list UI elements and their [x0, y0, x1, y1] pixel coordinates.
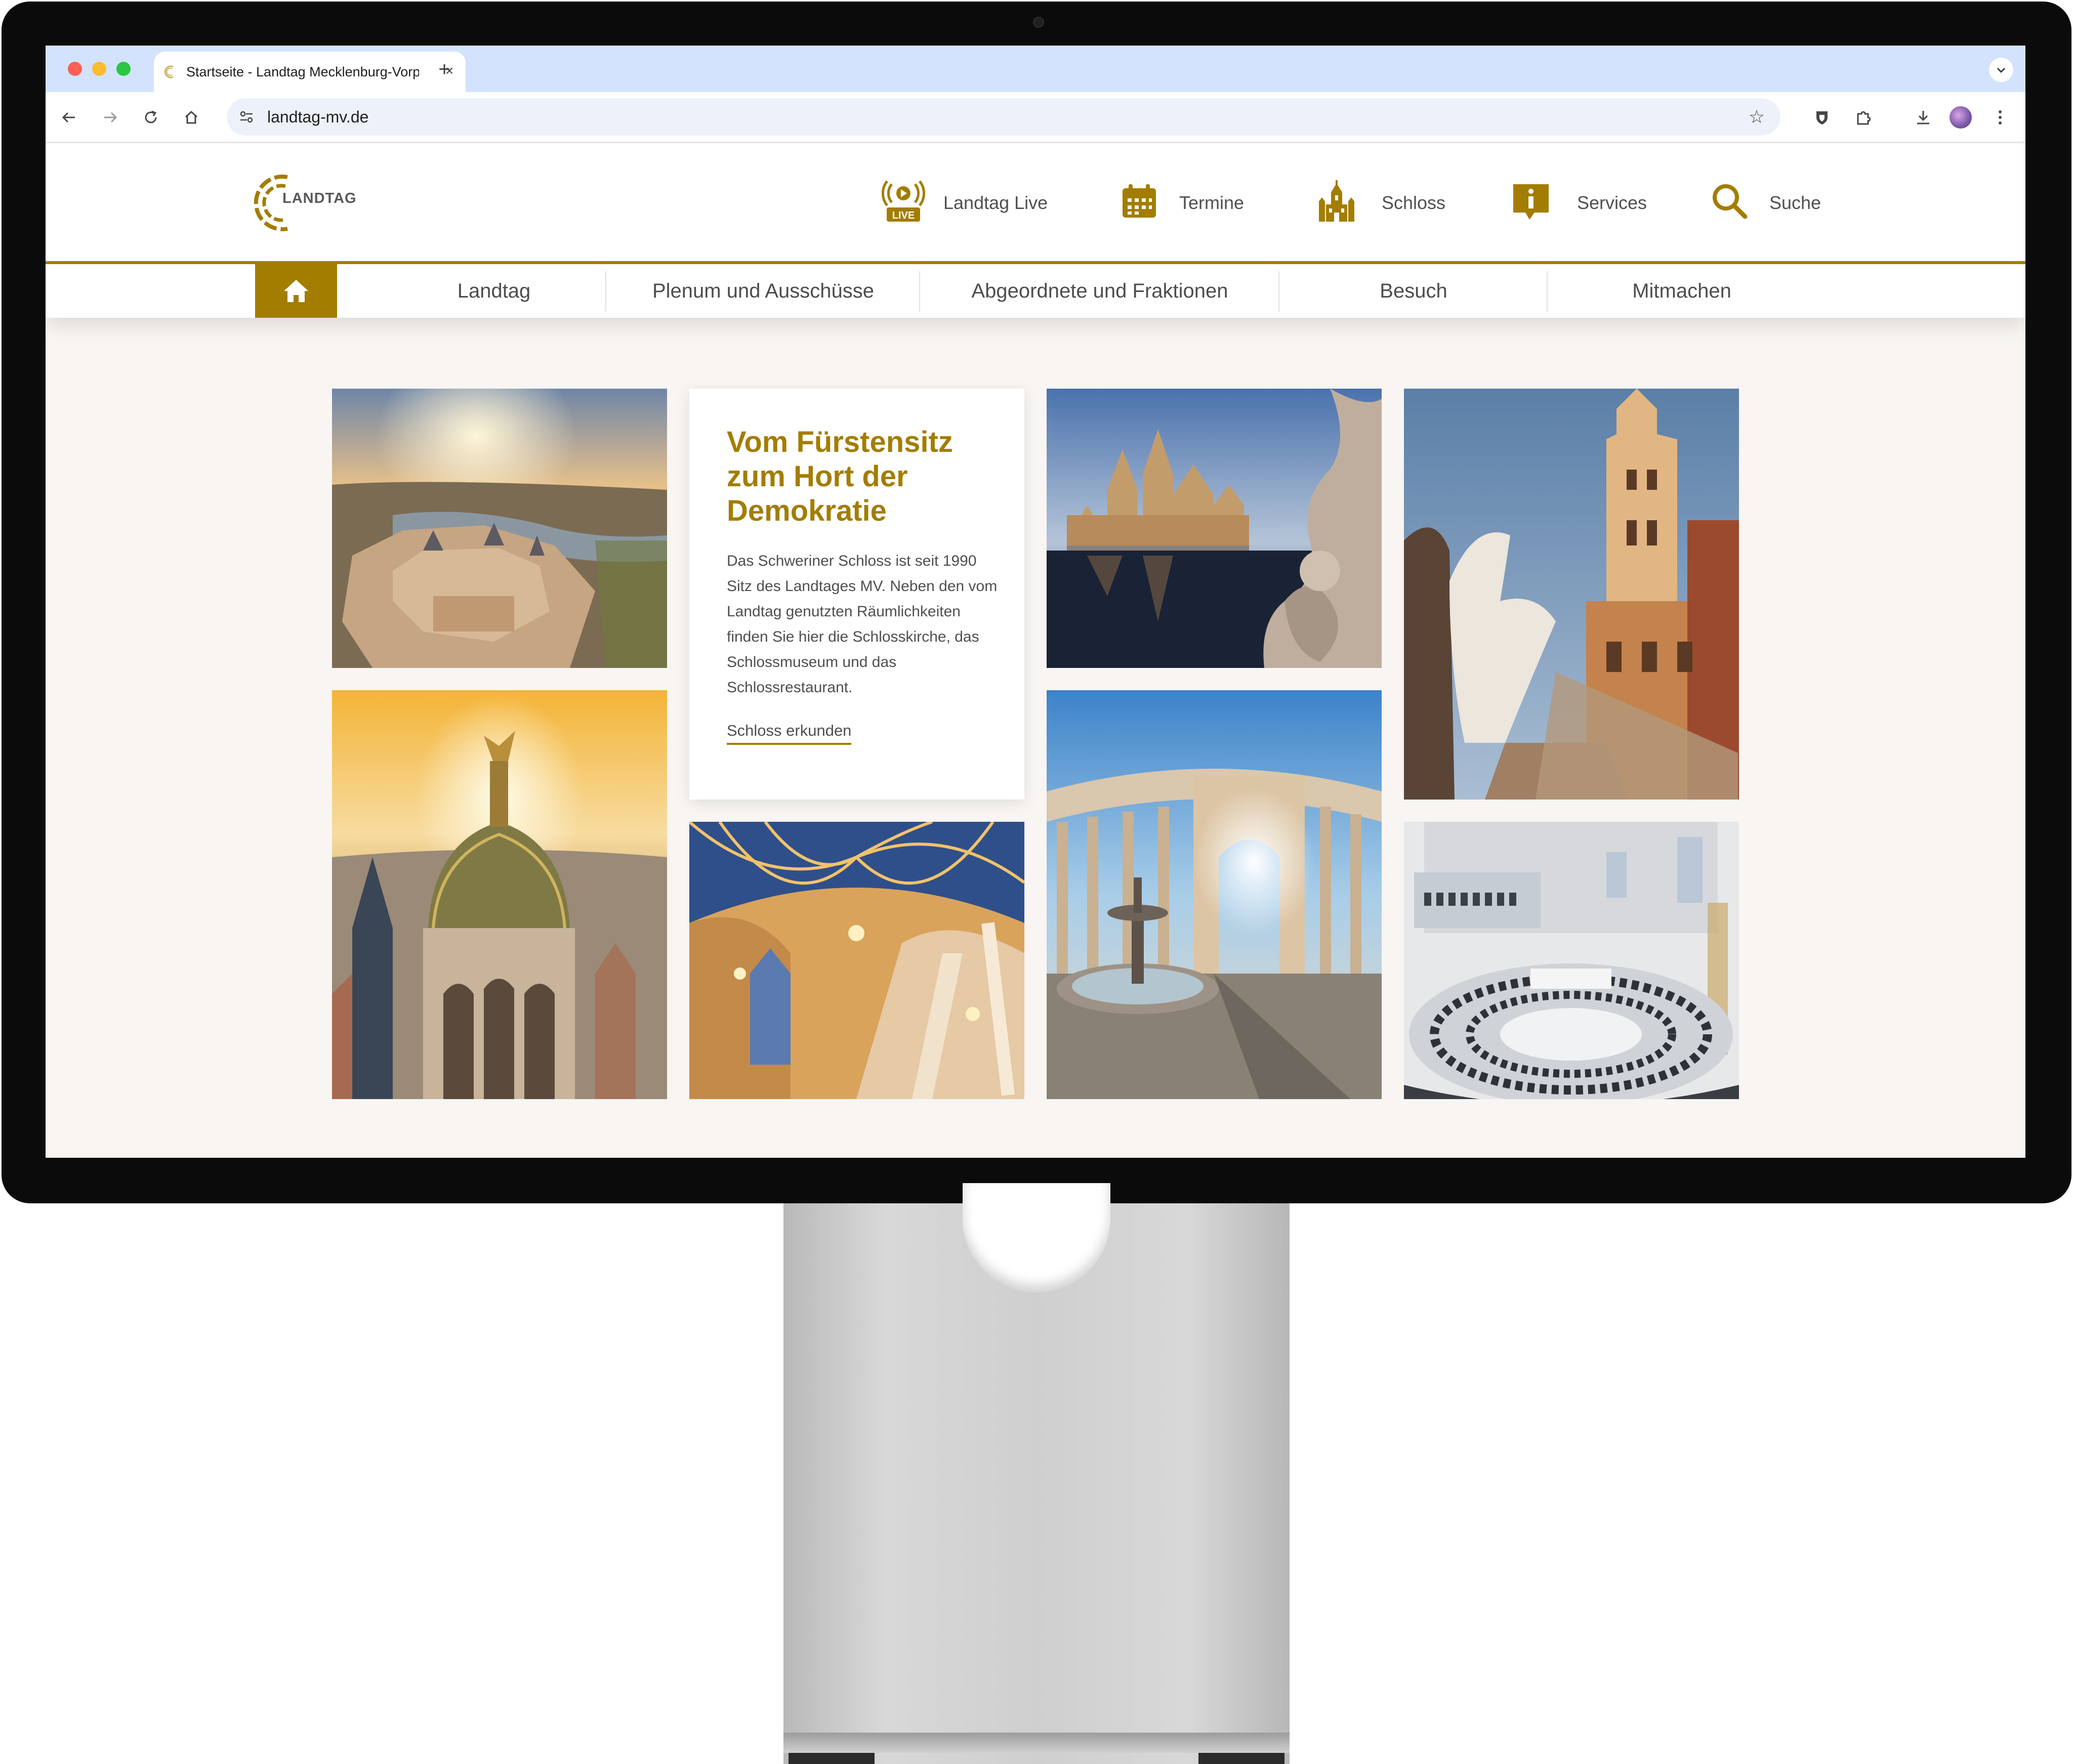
tab-title: Startseite - Landtag Mecklenburg-Vorpomm…	[186, 64, 419, 79]
feature-card: Vom Fürstensitz zum Hort der Demokratie …	[689, 389, 1024, 800]
photo-plenary-hall[interactable]	[1404, 822, 1739, 1099]
arrow-left-icon	[62, 112, 75, 123]
quick-link-schloss[interactable]: Schloss	[1315, 174, 1477, 225]
new-tab-button[interactable]: +	[432, 58, 457, 82]
house-icon	[185, 110, 198, 124]
monitor-stand	[783, 1183, 1290, 1764]
browser-toolbar: landtag-mv.de ☆	[46, 92, 2025, 143]
church-ceiling-image	[689, 822, 1024, 1099]
quick-link-label: Landtag Live	[943, 192, 1048, 213]
landtag-logo[interactable]: LANDTAG	[253, 170, 375, 236]
chevron-down-icon	[1997, 67, 2006, 73]
back-button[interactable]	[57, 105, 81, 130]
home-icon	[284, 280, 308, 302]
nav-item-besuch[interactable]: Besuch	[1279, 264, 1548, 318]
nav-item-abgeordnete[interactable]: Abgeordnete und Fraktionen	[920, 264, 1279, 318]
reload-icon	[145, 110, 157, 123]
quick-link-suche[interactable]: Suche	[1708, 174, 1834, 225]
photo-church-ceiling[interactable]	[689, 822, 1024, 1099]
castle-icon	[1319, 180, 1354, 222]
photo-colonnade-fountain[interactable]	[1047, 690, 1382, 1099]
quick-link-label: Services	[1577, 192, 1647, 213]
quick-link-label: Termine	[1179, 192, 1245, 213]
quick-link-services[interactable]: Services	[1509, 174, 1676, 225]
calendar-icon	[1123, 184, 1156, 218]
download-icon	[1917, 111, 1929, 124]
home-nav-button[interactable]	[255, 264, 337, 318]
downloads-button[interactable]	[1910, 104, 1936, 131]
nav-item-landtag[interactable]: Landtag	[337, 264, 651, 318]
home-browser-button[interactable]	[179, 105, 203, 130]
tab-search-button[interactable]	[1989, 58, 2013, 82]
search-icon	[1713, 184, 1748, 219]
forward-button[interactable]	[98, 105, 122, 130]
puzzle-icon	[1857, 111, 1871, 125]
shield-extension-icon[interactable]	[1809, 104, 1835, 131]
quick-link-termine[interactable]: Termine	[1117, 174, 1264, 225]
browser-tab[interactable]: Startseite - Landtag Mecklenburg-Vorpomm…	[154, 52, 466, 92]
reload-button[interactable]	[139, 105, 163, 130]
website: LANDTAG LIVE Landtag Live Termine Schlos…	[46, 144, 2025, 1158]
profile-avatar[interactable]	[1950, 106, 1972, 129]
browser-menu-button[interactable]	[1987, 104, 2013, 131]
feature-title: Vom Fürstensitz zum Hort der Demokratie	[727, 426, 953, 527]
arrow-right-icon	[104, 112, 117, 123]
dome-statue-image	[332, 690, 667, 1099]
live-badge-text: LIVE	[892, 210, 915, 221]
url-text[interactable]: landtag-mv.de	[267, 106, 368, 128]
photo-dome-statue[interactable]	[332, 690, 667, 1099]
site-header: LANDTAG LIVE Landtag Live Termine Schlos…	[46, 144, 2025, 265]
browser-tabbar: Startseite - Landtag Mecklenburg-Vorpomm…	[46, 46, 2025, 92]
castle-reflection-image	[1047, 389, 1382, 668]
extensions-button[interactable]	[1850, 104, 1877, 131]
main-navigation: Landtag Plenum und Ausschüsse Abgeordnet…	[46, 261, 2025, 318]
bookmark-star-icon[interactable]: ☆	[1745, 105, 1768, 129]
colonnade-fountain-image	[1047, 690, 1382, 1099]
kebab-menu-icon	[1999, 110, 2002, 124]
tune-icon	[240, 111, 253, 123]
live-broadcast-icon: LIVE	[882, 180, 925, 222]
quick-link-label: Suche	[1769, 192, 1821, 213]
camera	[1033, 17, 1044, 28]
stand-foot-left	[789, 1753, 875, 1764]
info-icon	[1513, 184, 1549, 220]
quick-link-label: Schloss	[1382, 192, 1446, 213]
shield-icon	[1816, 111, 1828, 124]
stand-cutout	[963, 1183, 1110, 1292]
photo-castle-reflection[interactable]	[1047, 389, 1382, 668]
site-info-icon[interactable]	[236, 106, 257, 128]
maximize-window-button[interactable]	[116, 62, 131, 76]
address-bar[interactable]: landtag-mv.de ☆	[227, 98, 1780, 136]
landtag-favicon-icon	[164, 65, 174, 78]
photo-aerial-castle[interactable]	[332, 389, 667, 668]
tower-angel-image	[1404, 389, 1739, 800]
nav-item-mitmachen[interactable]: Mitmachen	[1548, 264, 1816, 318]
photo-tower-angel[interactable]	[1404, 389, 1739, 800]
minimize-window-button[interactable]	[92, 62, 106, 76]
feature-text: Das Schweriner Schloss ist seit 1990 Sit…	[727, 553, 998, 696]
nav-item-plenum[interactable]: Plenum und Ausschüsse	[606, 264, 920, 318]
plenary-hall-image	[1404, 822, 1739, 1099]
logo-text: LANDTAG	[282, 190, 357, 206]
quick-link-landtag-live[interactable]: LIVE Landtag Live	[882, 174, 1064, 225]
screen: Startseite - Landtag Mecklenburg-Vorpomm…	[46, 46, 2025, 1158]
close-window-button[interactable]	[68, 62, 82, 76]
stand-foot-right	[1198, 1753, 1284, 1764]
stand-base	[783, 1733, 1290, 1753]
castle-aerial-image	[332, 389, 667, 668]
schloss-erkunden-link[interactable]: Schloss erkunden	[727, 722, 852, 745]
